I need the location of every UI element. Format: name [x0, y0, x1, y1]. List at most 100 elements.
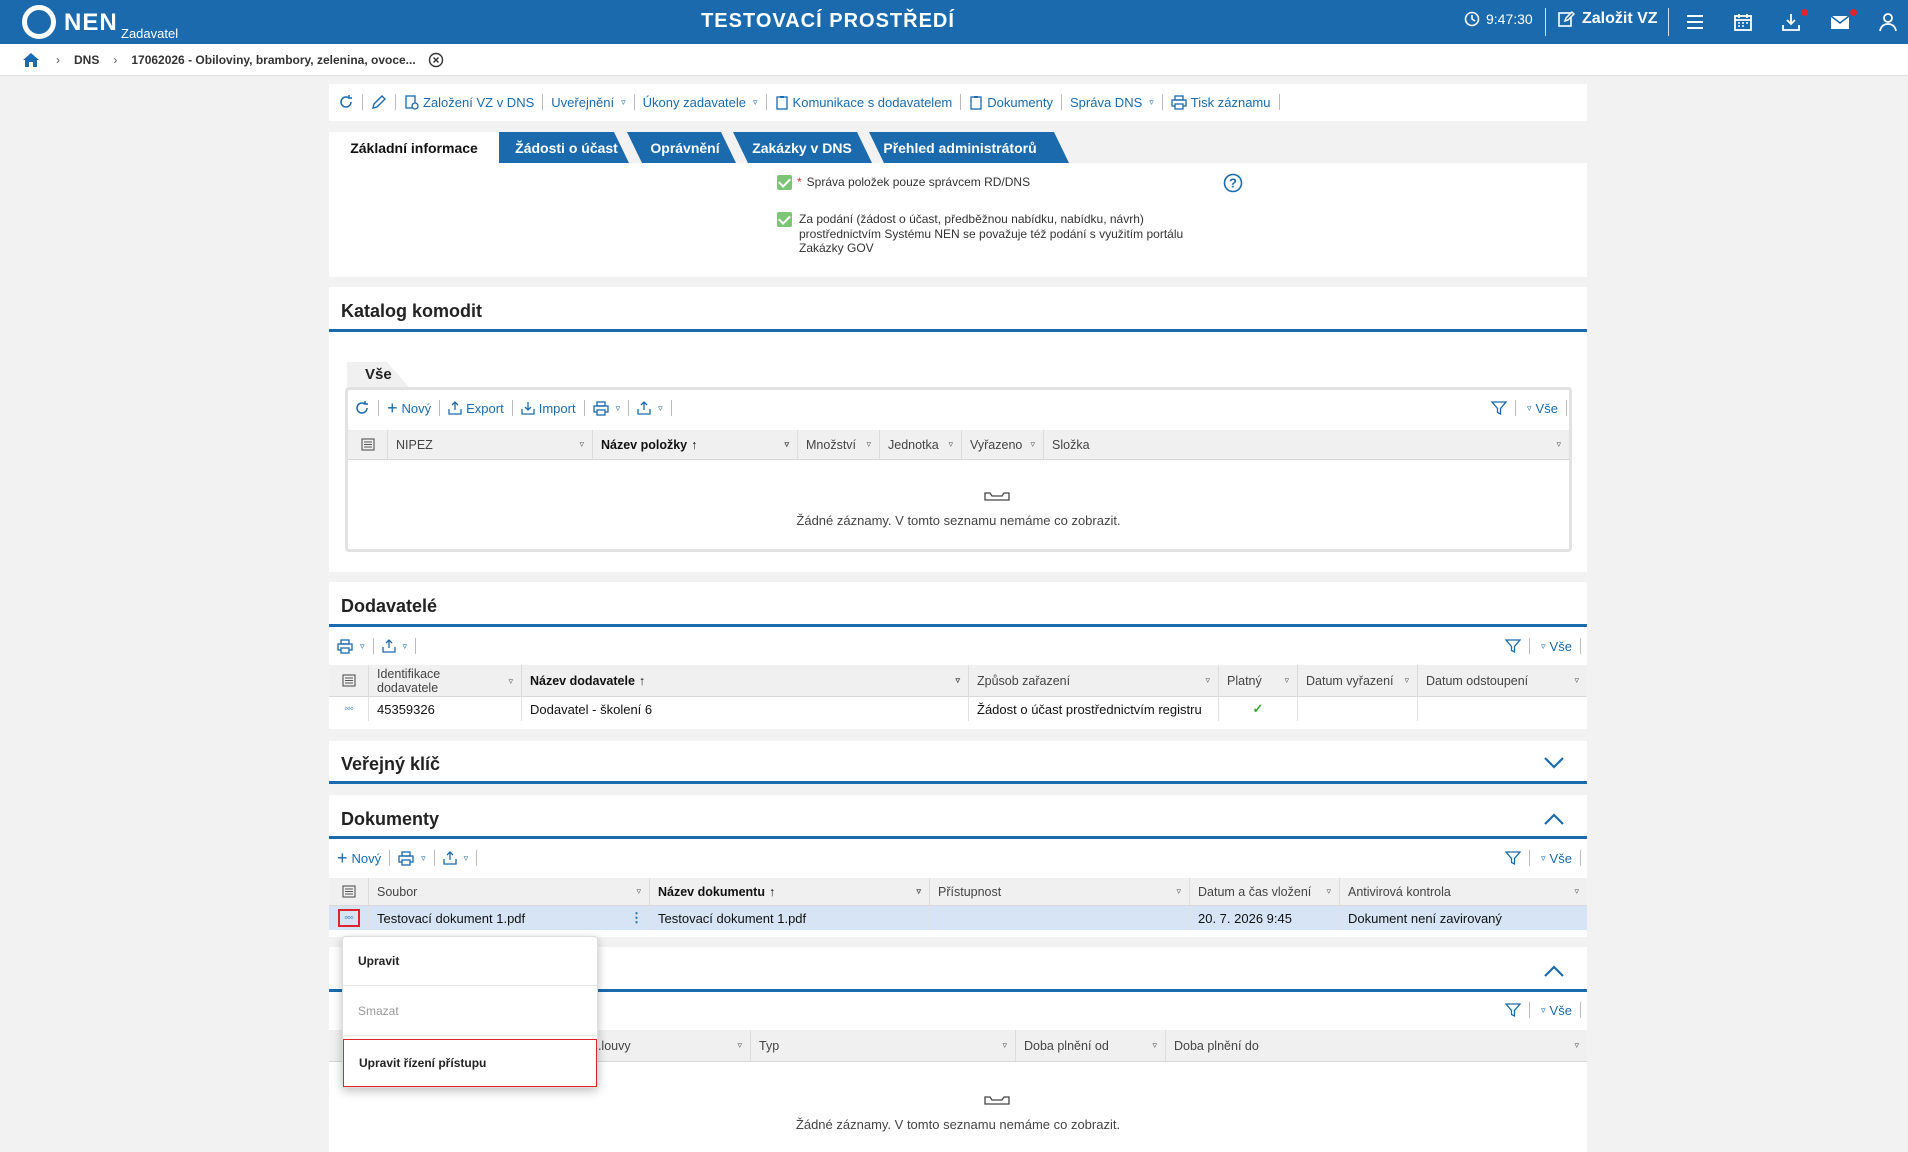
item-management-checkbox[interactable]: [777, 175, 792, 190]
publishing-menu[interactable]: Uveřejnění ▿: [551, 95, 625, 110]
submission-note-checkbox[interactable]: [777, 212, 792, 227]
row-actions-icon[interactable]: ◦◦◦: [337, 909, 360, 927]
chevron-down-icon[interactable]: [1543, 756, 1565, 770]
chevron-up-icon[interactable]: [1543, 964, 1565, 978]
plus-icon: +: [337, 848, 348, 868]
dns-admin-menu[interactable]: Správa DNS ▿: [1070, 95, 1154, 110]
subtab-all[interactable]: Vše: [365, 366, 392, 383]
documents-table-header: Soubor ▿ Název dokumentu ↑ ▿ Přístupnost ▿ D…: [329, 878, 1587, 906]
breadcrumb-current[interactable]: 17062026 - Obiloviny, brambory, zelenina…: [131, 53, 415, 67]
public-key-title[interactable]: Veřejný klíč: [341, 754, 440, 775]
menu-item-edit-access-control[interactable]: Upravit řízení přístupu: [343, 1039, 597, 1087]
home-icon[interactable]: [22, 52, 40, 68]
item-management-label: Správa položek pouze správcem RD/DNS: [806, 175, 1031, 189]
col-unit[interactable]: Jednotka ▿: [880, 430, 962, 459]
col-folder[interactable]: Složka ▿: [1044, 430, 1569, 459]
environment-title: TESTOVACÍ PROSTŘEDÍ: [701, 10, 955, 32]
column-settings[interactable]: [329, 665, 369, 696]
catalog-print-menu[interactable]: ▿: [592, 400, 620, 416]
calendar-icon[interactable]: [1732, 11, 1754, 33]
sort-asc-icon: ↑: [638, 673, 646, 688]
catalog-table-header: NIPEZ ▿ Název položky ↑ ▿ Množství ▿ Jednotk…: [348, 430, 1569, 460]
col-document-name[interactable]: Název dokumentu ↑ ▿: [650, 878, 930, 905]
print-record-link[interactable]: Tisk záznamu: [1171, 95, 1271, 110]
filter-icon[interactable]: [1505, 638, 1521, 654]
catalog-new-button[interactable]: + Nový: [387, 399, 431, 417]
documents-filter-all-label: Vše: [1549, 850, 1572, 866]
breadcrumb-dns[interactable]: DNS: [74, 53, 99, 67]
filter-icon[interactable]: [1491, 400, 1507, 416]
close-circle-icon[interactable]: [428, 52, 444, 68]
table-row-selected[interactable]: ◦◦◦ Testovací dokument 1.pdf ⋮ Testovací …: [329, 906, 1587, 930]
contracts-filter-all[interactable]: ▿ Vše: [1538, 1003, 1572, 1018]
refresh-icon[interactable]: [338, 94, 354, 110]
documents-export-menu[interactable]: ▿: [443, 851, 468, 865]
documents-print-menu[interactable]: ▿: [398, 850, 426, 866]
documents-new-button[interactable]: + Nový: [337, 848, 381, 868]
catalog-export-button[interactable]: Export: [448, 401, 504, 416]
acts-menu[interactable]: Úkony zadavatele ▿: [643, 95, 758, 110]
col-supplier-name[interactable]: Název dodavatele ↑ ▿: [522, 665, 969, 696]
col-withdrawal-date[interactable]: Datum odstoupení ▿: [1418, 665, 1587, 696]
column-settings-icon: [341, 674, 356, 687]
cell-accessibility: [930, 906, 1190, 930]
cell-antivirus: Dokument není zavirovaný: [1348, 910, 1502, 926]
col-inclusion-method[interactable]: Způsob zařazení ▿: [969, 665, 1219, 696]
tab-participation-requests[interactable]: Žádosti o účast: [499, 132, 634, 163]
filter-icon[interactable]: [1505, 850, 1521, 866]
col-inserted-date[interactable]: Datum a čas vložení ▿: [1190, 878, 1340, 905]
col-quantity[interactable]: Množství ▿: [798, 430, 880, 459]
col-excluded-date[interactable]: Datum vyřazení ▿: [1298, 665, 1418, 696]
menu-item-edit[interactable]: Upravit: [343, 939, 599, 983]
col-item-name[interactable]: Název položky ↑ ▿: [593, 430, 798, 459]
col-fulfilment-from[interactable]: Doba plnění od ▿: [1016, 1030, 1166, 1061]
catalog-import-button[interactable]: Import: [521, 401, 576, 416]
chevron-up-icon[interactable]: [1543, 812, 1565, 826]
tab-basic-info[interactable]: Základní informace: [329, 132, 499, 163]
suppliers-print-menu[interactable]: ▿: [337, 638, 365, 654]
dropdown-triangle-icon: ▿: [1527, 402, 1532, 413]
catalog-export-menu[interactable]: ▿: [637, 401, 663, 415]
help-icon[interactable]: ?: [1223, 173, 1243, 193]
column-settings[interactable]: [329, 878, 369, 905]
required-mark: *: [797, 175, 802, 189]
col-type[interactable]: Typ ▿: [751, 1030, 1016, 1061]
communication-link[interactable]: Komunikace s dodavatelem: [775, 95, 952, 110]
tab-administrators[interactable]: Přehled administrátorů: [870, 132, 1050, 163]
download-icon[interactable]: [1780, 11, 1802, 33]
column-settings[interactable]: [348, 430, 388, 459]
user-icon[interactable]: [1877, 11, 1899, 33]
row-actions-icon[interactable]: ◦◦◦: [329, 697, 369, 721]
suppliers-filter-all[interactable]: ▿ Vše: [1538, 639, 1572, 654]
col-file[interactable]: Soubor ▿: [369, 878, 650, 905]
cell-file[interactable]: Testovací dokument 1.pdf ⋮: [369, 906, 650, 930]
tab-permissions[interactable]: Oprávnění: [634, 132, 736, 163]
documents-filter-all[interactable]: ▿ Vše: [1538, 851, 1572, 866]
col-valid[interactable]: Platný ▿: [1219, 665, 1298, 696]
empty-tray-icon: [984, 1096, 1010, 1105]
col-excluded[interactable]: Vyřazeno ▿: [962, 430, 1044, 459]
col-nipez[interactable]: NIPEZ ▿: [388, 430, 593, 459]
founding-vz-link[interactable]: Založení VZ v DNS: [404, 95, 534, 110]
filter-icon[interactable]: [1505, 1002, 1521, 1018]
tab-contracts-in-dns[interactable]: Zakázky v DNS: [740, 132, 864, 163]
mail-icon[interactable]: [1829, 11, 1851, 33]
catalog-empty-message: Žádné záznamy. V tomto seznamu nemáme co…: [796, 513, 1121, 528]
col-accessibility[interactable]: Přístupnost ▿: [930, 878, 1190, 905]
col-fulfilment-to[interactable]: Doba plnění do ▿: [1166, 1030, 1587, 1061]
contracts-filter-all-label: Vše: [1549, 1002, 1572, 1018]
col-antivirus[interactable]: Antivirová kontrola ▿: [1340, 878, 1587, 905]
pencil-icon[interactable]: [371, 94, 387, 110]
table-row[interactable]: ◦◦◦ 45359326 Dodavatel - školení 6 Žádos…: [329, 697, 1587, 721]
sort-asc-icon: ↑: [691, 437, 698, 452]
new-vz-button[interactable]: Založit VZ: [1557, 10, 1658, 28]
documents-link[interactable]: Dokumenty: [969, 95, 1053, 110]
hamburger-icon[interactable]: [1684, 11, 1706, 33]
clock-icon: [1464, 11, 1480, 27]
documents-panel: Dokumenty + Nový ▿ ▿ ▿ Vše Soubor ▿ Název d…: [329, 795, 1587, 937]
suppliers-export-menu[interactable]: ▿: [381, 639, 407, 653]
kebab-menu-icon[interactable]: ⋮: [630, 910, 643, 926]
refresh-icon[interactable]: [354, 400, 370, 416]
col-supplier-id[interactable]: Identifikace dodavatele ▿: [369, 665, 522, 696]
catalog-filter-all[interactable]: ▿ Vše: [1524, 401, 1558, 416]
